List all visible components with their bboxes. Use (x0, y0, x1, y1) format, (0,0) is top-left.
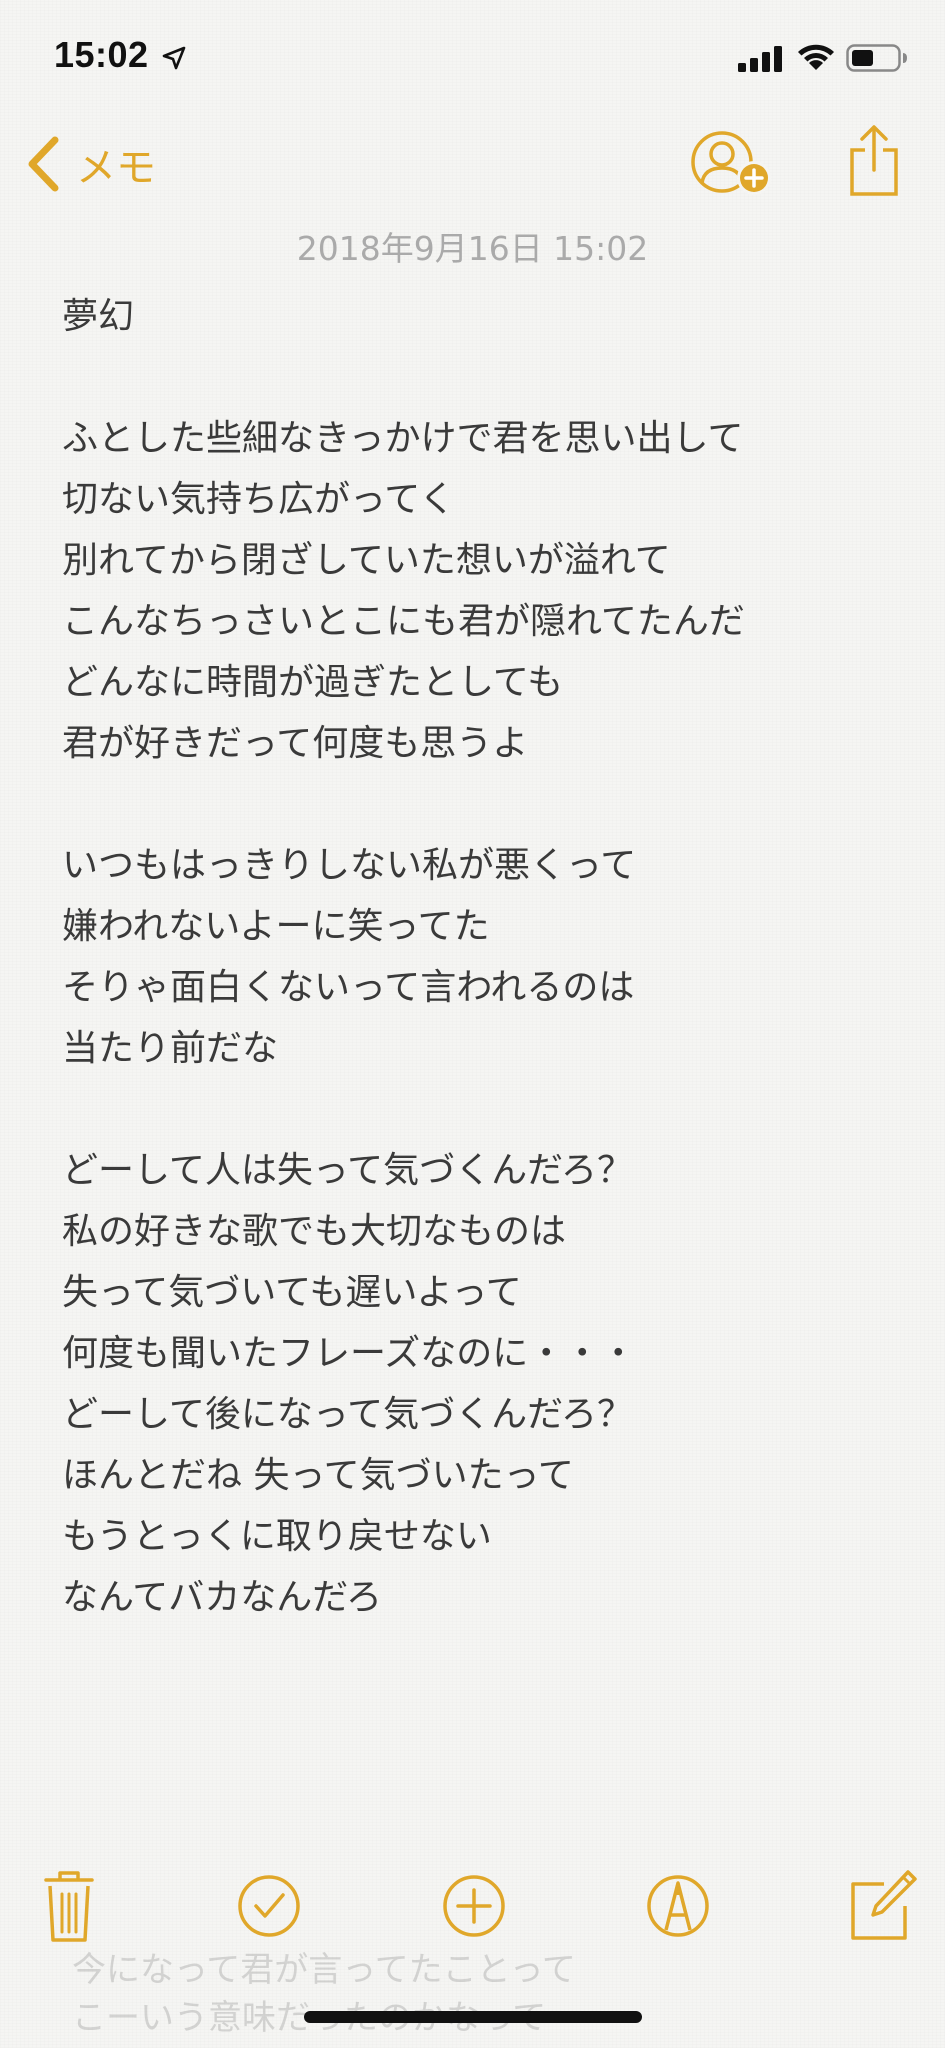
note-line: 何度も聞いたフレーズなのに・・・ (62, 1333, 637, 1374)
note-line: どーして人は失って気づくんだろ？ (62, 1150, 633, 1191)
back-button[interactable]: メモ (26, 134, 156, 194)
cellular-signal-icon (738, 46, 782, 72)
status-time: 15:02 (54, 34, 149, 75)
note-line: 今になって君が言ってたことって (72, 1950, 576, 1990)
add-icon[interactable] (439, 1868, 509, 1944)
home-indicator[interactable] (304, 2011, 642, 2023)
note-line: 嫌われないよーに笑ってた (62, 906, 490, 947)
note-line-blank (62, 774, 922, 835)
location-arrow-icon (162, 46, 186, 70)
note-line: こんなちっさいとこにも君が隠れてたんだ (62, 601, 745, 642)
trash-icon[interactable] (34, 1868, 104, 1944)
scrolled-note-text: 今になって君が言ってたことって こーいう意味だったのかなって (72, 1946, 576, 2042)
note-date: 2018年9月16日 15:02 (296, 229, 649, 268)
back-label: メモ (76, 145, 156, 191)
note-line-blank (62, 347, 922, 408)
compose-icon[interactable] (848, 1868, 918, 1944)
note-line: 当たり前だな (62, 1028, 279, 1069)
note-line: ふとした些細なきっかけで君を思い出して (62, 418, 744, 459)
checklist-icon[interactable] (234, 1868, 304, 1944)
bottom-toolbar (0, 1868, 945, 1944)
chevron-left-icon (28, 136, 59, 192)
note-line: 別れてから閉ざしていた想いが溢れて (62, 540, 671, 581)
note-line: 私の好きな歌でも大切なものは (62, 1211, 567, 1252)
markup-icon[interactable] (643, 1868, 713, 1944)
note-line: どんなに時間が過ぎたとしても (62, 662, 564, 703)
note-line: 失って気づいても遅いよって (62, 1272, 522, 1313)
note-line: なんてバカなんだろ (62, 1577, 383, 1618)
add-person-icon[interactable] (690, 130, 776, 200)
note-line: どーして後になって気づくんだろ？ (62, 1394, 633, 1435)
note-line: 切ない気持ち広がってく (62, 479, 456, 520)
note-line-blank (62, 1079, 922, 1140)
note-line: ほんとだね 失って気づいたって (62, 1455, 574, 1496)
note-line: いつもはっきりしない私が悪くって (62, 845, 637, 886)
battery-icon (846, 44, 907, 72)
note-line: 君が好きだって何度も思うよ (62, 723, 529, 764)
share-icon[interactable] (848, 124, 900, 198)
note-body[interactable]: 夢幻 ふとした些細なきっかけで君を思い出して 切ない気持ち広がってく 別れてから… (62, 286, 922, 1628)
note-line: もうとっくに取り戻せない (62, 1516, 492, 1557)
note-title: 夢幻 (62, 296, 135, 337)
wifi-icon (798, 44, 834, 70)
note-line: そりゃ面白くないって言われるのは (62, 967, 635, 1008)
